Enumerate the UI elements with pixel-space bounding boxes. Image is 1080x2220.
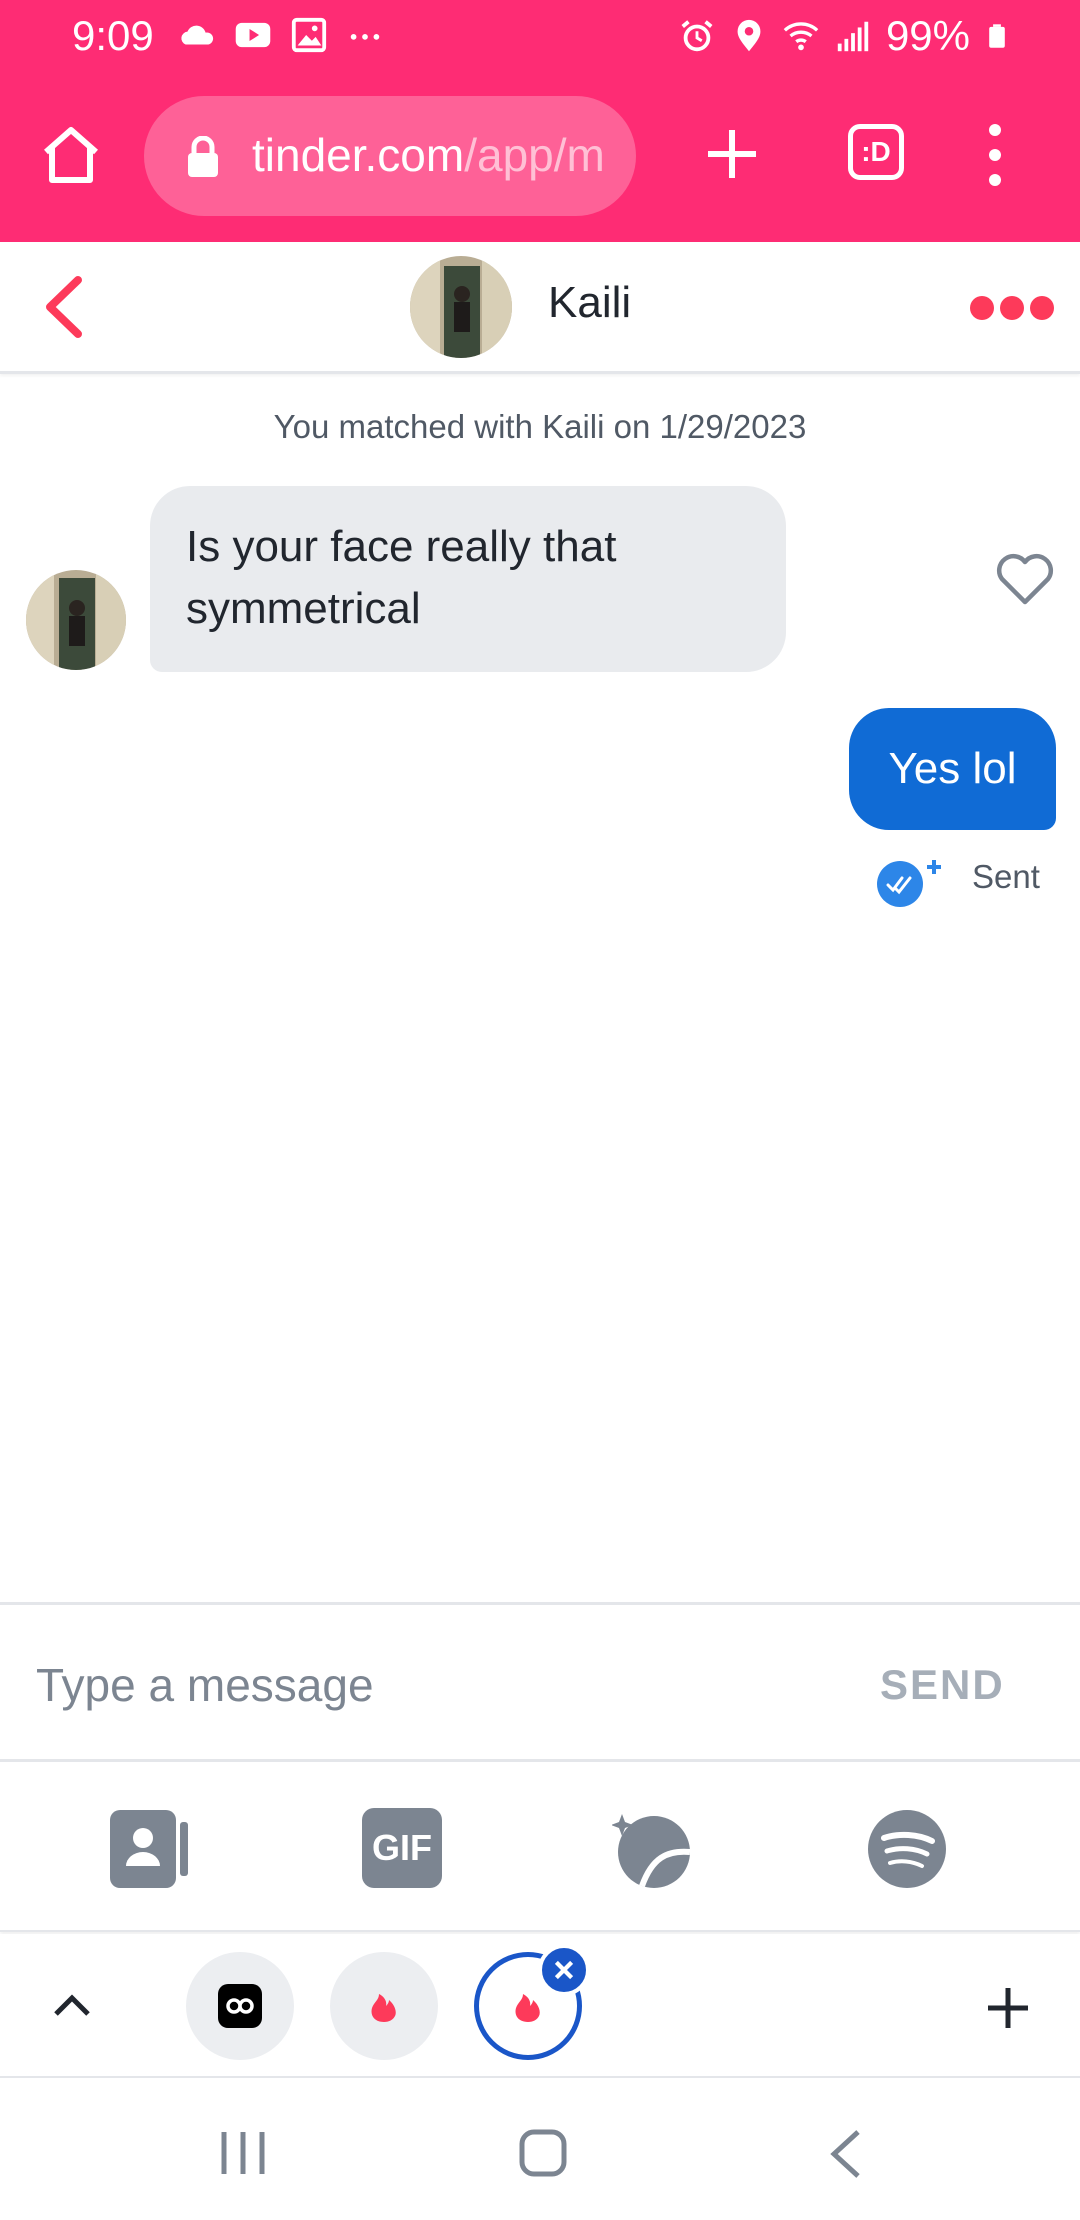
home-button-icon[interactable] — [518, 2128, 568, 2178]
status-system-icons: 99% — [678, 12, 1010, 60]
tab-thumbnail-1[interactable] — [186, 1952, 294, 2060]
contact-card-icon[interactable] — [108, 1808, 190, 1890]
kebab-menu-icon[interactable] — [980, 120, 1010, 190]
gif-button[interactable]: GIF — [362, 1808, 442, 1888]
status-time: 9:09 — [72, 12, 154, 59]
browser-address-bar: tinder.com/app/m :D — [0, 72, 1080, 242]
signal-icon — [837, 21, 869, 52]
url-path: /app/m — [464, 129, 605, 181]
back-icon[interactable] — [826, 2128, 866, 2180]
avatar-photo — [26, 570, 126, 670]
browser-tab-strip — [0, 1934, 1080, 2078]
avatar-photo — [410, 256, 512, 358]
message-status: Sent — [972, 858, 1040, 895]
location-icon — [737, 19, 761, 52]
spotify-icon[interactable] — [866, 1808, 948, 1890]
battery-icon — [989, 24, 1005, 48]
back-chevron-icon[interactable] — [40, 274, 90, 340]
tinder-flame-icon — [371, 1994, 396, 2022]
send-button[interactable]: SEND — [880, 1661, 1005, 1709]
read-receipt-icon[interactable] — [876, 856, 946, 908]
close-tab-icon[interactable] — [538, 1944, 590, 1996]
browser-chrome: 9:09 99% tinder.com/app/m :D — [0, 0, 1080, 242]
lock-icon — [188, 136, 218, 177]
tinder-flame-icon — [515, 1994, 540, 2022]
battery-percentage: 99% — [885, 12, 970, 59]
chevron-up-icon[interactable] — [52, 1986, 92, 2026]
youtube-icon — [235, 22, 271, 48]
wifi-icon — [783, 22, 819, 51]
status-bar: 9:09 99% — [0, 0, 1080, 72]
status-notification-icons — [178, 16, 384, 54]
outgoing-message-bubble[interactable]: Yes lol — [849, 708, 1056, 830]
infinity-app-icon — [218, 1984, 262, 2028]
more-dots-icon — [350, 34, 380, 40]
more-options-icon[interactable] — [970, 290, 1056, 326]
contact-name[interactable]: Kaili — [548, 278, 631, 328]
message-composer: SEND — [0, 1602, 1080, 1762]
tab-switcher-button[interactable]: :D — [848, 124, 904, 180]
incoming-avatar[interactable] — [26, 570, 126, 670]
heart-icon[interactable] — [996, 552, 1054, 606]
alarm-icon — [681, 20, 713, 52]
chat-header: Kaili — [0, 242, 1080, 374]
recent-apps-icon[interactable] — [218, 2130, 268, 2176]
add-tab-plus-icon[interactable] — [984, 1984, 1032, 2032]
new-tab-plus-icon[interactable] — [700, 122, 764, 186]
match-info-text: You matched with Kaili on 1/29/2023 — [273, 408, 807, 445]
home-icon[interactable] — [38, 122, 104, 188]
incoming-message-bubble[interactable]: Is your face really that symmetrical — [150, 486, 786, 672]
sticker-icon[interactable] — [612, 1808, 694, 1890]
url-text: tinder.com/app/m — [252, 128, 612, 182]
url-field[interactable]: tinder.com/app/m — [144, 96, 636, 216]
message-input[interactable] — [36, 1645, 796, 1725]
tab-thumbnail-2[interactable] — [330, 1952, 438, 2060]
cloud-icon — [181, 25, 214, 45]
contact-avatar[interactable] — [410, 256, 512, 358]
image-icon — [291, 17, 327, 53]
attachment-toolbar: GIF — [0, 1762, 1080, 1932]
system-nav-bar — [0, 2078, 1080, 2220]
url-host: tinder.com — [252, 129, 465, 181]
